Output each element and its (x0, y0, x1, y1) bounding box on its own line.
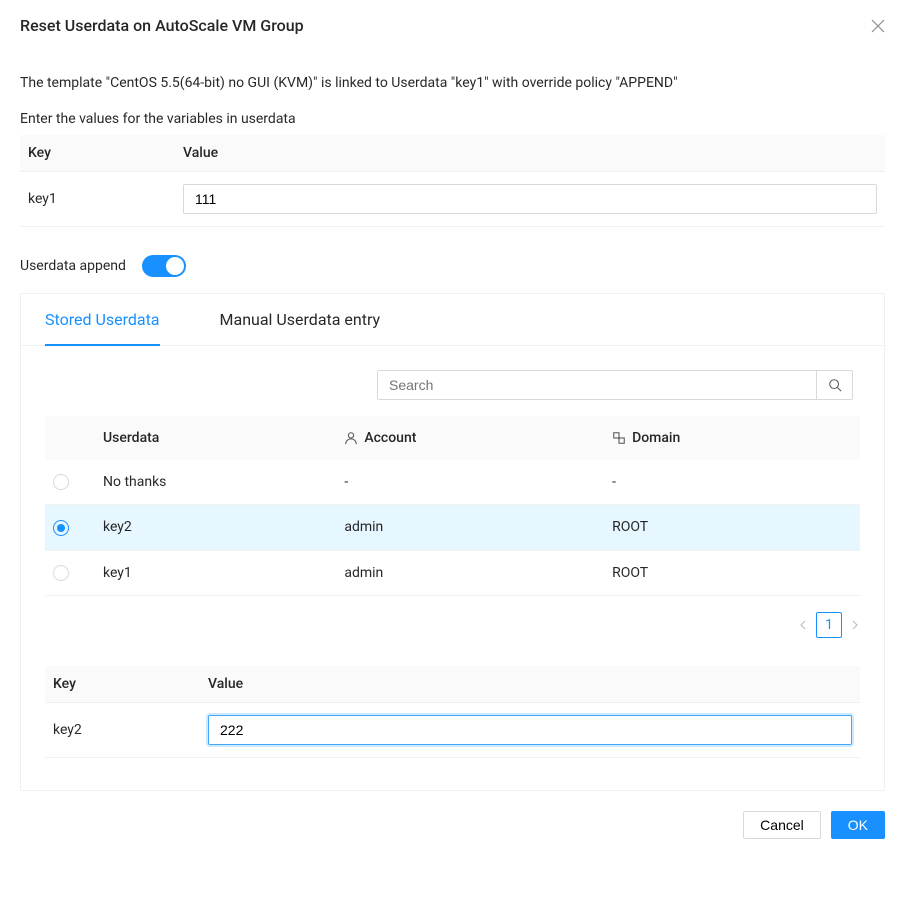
table-row[interactable]: key1 admin ROOT (45, 550, 860, 595)
user-icon (344, 431, 358, 445)
search-button[interactable] (816, 371, 852, 399)
domain-icon (612, 431, 626, 445)
ok-button[interactable]: OK (831, 811, 885, 839)
col-value: Value (175, 135, 885, 172)
cell-account: admin (336, 505, 604, 550)
col-key: Key (45, 666, 200, 703)
modal-header: Reset Userdata on AutoScale VM Group (20, 16, 885, 51)
variables-label: Enter the values for the variables in us… (20, 111, 885, 127)
cancel-button[interactable]: Cancel (743, 811, 821, 839)
close-icon[interactable] (871, 19, 885, 33)
userdata-append-row: Userdata append (20, 255, 885, 277)
selected-variable-value-input[interactable] (208, 715, 852, 745)
userdata-table: Userdata Account Domain (45, 416, 860, 596)
row-radio[interactable] (53, 474, 69, 490)
search-input-wrap (377, 370, 853, 400)
search-icon (828, 378, 842, 392)
selected-variable-key: key2 (45, 702, 200, 757)
cell-domain: ROOT (604, 505, 860, 550)
cell-account: - (336, 460, 604, 505)
modal-title: Reset Userdata on AutoScale VM Group (20, 16, 304, 35)
tab-manual-userdata[interactable]: Manual Userdata entry (220, 294, 381, 345)
modal: Reset Userdata on AutoScale VM Group The… (0, 0, 905, 859)
col-select (45, 416, 95, 460)
col-value: Value (200, 666, 860, 703)
selected-variable-row: key2 (45, 702, 860, 757)
row-radio[interactable] (53, 565, 69, 581)
template-info-text: The template "CentOS 5.5(64-bit) no GUI … (20, 75, 885, 91)
search-row (45, 370, 860, 400)
col-account: Account (336, 416, 604, 460)
variable-key: key1 (20, 172, 175, 227)
chevron-right-icon[interactable] (850, 620, 860, 630)
cell-userdata: No thanks (95, 460, 336, 505)
tab-body: Userdata Account Domain (21, 346, 884, 790)
cell-userdata: key1 (95, 550, 336, 595)
table-row[interactable]: No thanks - - (45, 460, 860, 505)
selected-userdata-section: Key Value key2 (45, 666, 860, 758)
tab-stored-userdata[interactable]: Stored Userdata (45, 294, 160, 345)
row-radio[interactable] (53, 520, 69, 536)
modal-footer: Cancel OK (20, 811, 885, 839)
userdata-append-switch[interactable] (142, 255, 186, 277)
variable-value-input[interactable] (183, 184, 877, 214)
chevron-left-icon[interactable] (798, 620, 808, 630)
selected-variables-table: Key Value key2 (45, 666, 860, 758)
cell-account: admin (336, 550, 604, 595)
col-userdata: Userdata (95, 416, 336, 460)
cell-domain: ROOT (604, 550, 860, 595)
pagination: 1 (45, 612, 860, 638)
col-key: Key (20, 135, 175, 172)
page-number[interactable]: 1 (816, 612, 842, 638)
variables-row: key1 (20, 172, 885, 227)
userdata-append-label: Userdata append (20, 258, 126, 274)
userdata-table-wrap: Userdata Account Domain (45, 416, 860, 596)
tabs: Stored Userdata Manual Userdata entry (21, 294, 884, 346)
cell-domain: - (604, 460, 860, 505)
col-domain: Domain (604, 416, 860, 460)
table-row[interactable]: key2 admin ROOT (45, 505, 860, 550)
variables-table: Key Value key1 (20, 135, 885, 227)
cell-userdata: key2 (95, 505, 336, 550)
userdata-card: Stored Userdata Manual Userdata entry (20, 293, 885, 791)
search-input[interactable] (378, 371, 816, 399)
